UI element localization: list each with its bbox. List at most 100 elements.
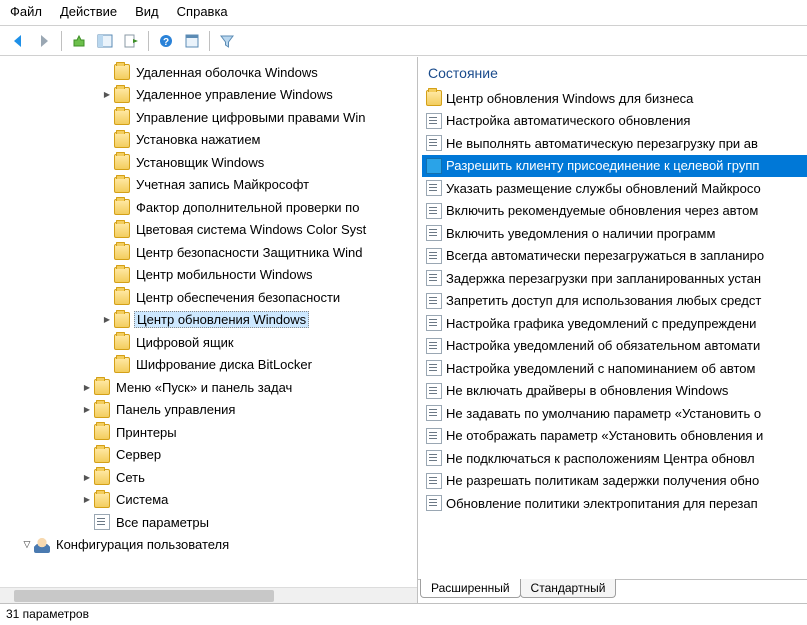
list-header-state[interactable]: Состояние bbox=[418, 57, 807, 87]
menu-view[interactable]: Вид bbox=[135, 4, 159, 19]
tree-item[interactable]: Цветовая система Windows Color Syst bbox=[0, 219, 417, 242]
tree-item-label: Цифровой ящик bbox=[134, 335, 234, 350]
tree-item[interactable]: ▶Меню «Пуск» и панель задач bbox=[0, 376, 417, 399]
menu-file[interactable]: Файл bbox=[10, 4, 42, 19]
toolbar-separator bbox=[148, 31, 149, 51]
list-item[interactable]: Разрешить клиенту присоединение к целево… bbox=[422, 155, 807, 178]
policy-icon bbox=[426, 135, 442, 151]
list-item[interactable]: Не включать драйверы в обновления Window… bbox=[422, 380, 807, 403]
list-item[interactable]: Указать размещение службы обновлений Май… bbox=[422, 177, 807, 200]
list-item[interactable]: Не задавать по умолчанию параметр «Устан… bbox=[422, 402, 807, 425]
list-item[interactable]: Не подключаться к расположениям Центра о… bbox=[422, 447, 807, 470]
tree-item[interactable]: ▶Центр обновления Windows bbox=[0, 309, 417, 332]
tree-view[interactable]: Удаленная оболочка Windows ▶Удаленное упр… bbox=[0, 57, 417, 587]
menu-help[interactable]: Справка bbox=[177, 4, 228, 19]
list-item[interactable]: Настройка автоматического обновления bbox=[422, 110, 807, 133]
export-button[interactable] bbox=[119, 29, 143, 53]
tree-item[interactable]: ▶Панель управления bbox=[0, 399, 417, 422]
up-button[interactable] bbox=[67, 29, 91, 53]
tree-pane: Удаленная оболочка Windows ▶Удаленное упр… bbox=[0, 57, 418, 603]
tree-item[interactable]: Центр безопасности Защитника Wind bbox=[0, 241, 417, 264]
folder-icon bbox=[114, 312, 130, 328]
tab-standard[interactable]: Стандартный bbox=[520, 579, 617, 598]
list-item[interactable]: Запретить доступ для использования любых… bbox=[422, 290, 807, 313]
tree-item[interactable]: Учетная запись Майкрософт bbox=[0, 174, 417, 197]
list-item-label: Всегда автоматически перезагружаться в з… bbox=[446, 248, 764, 263]
status-text: 31 параметров bbox=[6, 607, 89, 621]
back-button[interactable] bbox=[6, 29, 30, 53]
chevron-right-icon[interactable]: ▶ bbox=[100, 90, 114, 99]
properties-button[interactable] bbox=[180, 29, 204, 53]
list-item-label: Включить рекомендуемые обновления через … bbox=[446, 203, 758, 218]
tree-item[interactable]: Установщик Windows bbox=[0, 151, 417, 174]
list-item[interactable]: Всегда автоматически перезагружаться в з… bbox=[422, 245, 807, 268]
tree-item-label: Сеть bbox=[114, 470, 145, 485]
list-item-label: Запретить доступ для использования любых… bbox=[446, 293, 761, 308]
policy-list[interactable]: Центр обновления Windows для бизнеса Наст… bbox=[418, 87, 807, 579]
tree-item[interactable]: ▶ Сеть bbox=[0, 466, 417, 489]
list-item[interactable]: Центр обновления Windows для бизнеса bbox=[422, 87, 807, 110]
tree-item[interactable]: Центр мобильности Windows bbox=[0, 264, 417, 287]
list-item-label: Не разрешать политикам задержки получени… bbox=[446, 473, 759, 488]
policy-icon bbox=[426, 293, 442, 309]
folder-icon bbox=[94, 402, 110, 418]
policy-icon bbox=[426, 338, 442, 354]
policy-icon bbox=[426, 225, 442, 241]
list-item[interactable]: Включить рекомендуемые обновления через … bbox=[422, 200, 807, 223]
policy-icon bbox=[426, 360, 442, 376]
chevron-right-icon[interactable]: ▶ bbox=[80, 383, 94, 392]
tree-item-label: Принтеры bbox=[114, 425, 177, 440]
list-item[interactable]: Настройка уведомлений с напоминанием об … bbox=[422, 357, 807, 380]
list-item-label: Настройка автоматического обновления bbox=[446, 113, 690, 128]
tree-item[interactable]: Установка нажатием bbox=[0, 129, 417, 152]
help-button[interactable]: ? bbox=[154, 29, 178, 53]
tree-item[interactable]: Управление цифровыми правами Win bbox=[0, 106, 417, 129]
tree-item-label: Удаленная оболочка Windows bbox=[134, 65, 318, 80]
tree-item[interactable]: Фактор дополнительной проверки по bbox=[0, 196, 417, 219]
tree-item-label: Центр безопасности Защитника Wind bbox=[134, 245, 362, 260]
chevron-right-icon[interactable]: ▶ bbox=[100, 315, 114, 324]
forward-button[interactable] bbox=[32, 29, 56, 53]
tree-item[interactable]: Принтеры bbox=[0, 421, 417, 444]
chevron-right-icon[interactable]: ▶ bbox=[80, 495, 94, 504]
show-hide-tree-button[interactable] bbox=[93, 29, 117, 53]
folder-icon bbox=[114, 199, 130, 215]
chevron-right-icon[interactable]: ▶ bbox=[80, 473, 94, 482]
list-item[interactable]: Не выполнять автоматическую перезагрузку… bbox=[422, 132, 807, 155]
list-item[interactable]: Обновление политики электропитания для п… bbox=[422, 492, 807, 515]
tree-item[interactable]: Шифрование диска BitLocker bbox=[0, 354, 417, 377]
tab-extended[interactable]: Расширенный bbox=[420, 579, 521, 598]
folder-icon bbox=[114, 222, 130, 238]
tree-item[interactable]: ▶Система bbox=[0, 489, 417, 512]
list-item-label: Не задавать по умолчанию параметр «Устан… bbox=[446, 406, 761, 421]
list-item[interactable]: Включить уведомления о наличии программ bbox=[422, 222, 807, 245]
horizontal-scrollbar[interactable] bbox=[0, 587, 417, 603]
tree-item[interactable]: Центр обеспечения безопасности bbox=[0, 286, 417, 309]
tree-item[interactable]: ▽Конфигурация пользователя bbox=[0, 534, 417, 557]
folder-icon bbox=[426, 90, 442, 106]
list-item[interactable]: Настройка графика уведомлений с предупре… bbox=[422, 312, 807, 335]
tree-item-label: Установщик Windows bbox=[134, 155, 264, 170]
policy-icon bbox=[426, 158, 442, 174]
tree-item[interactable]: ▶Удаленное управление Windows bbox=[0, 84, 417, 107]
chevron-down-icon[interactable]: ▽ bbox=[20, 539, 34, 550]
tree-item[interactable]: Цифровой ящик bbox=[0, 331, 417, 354]
content-panes: Удаленная оболочка Windows ▶Удаленное упр… bbox=[0, 56, 807, 603]
chevron-right-icon[interactable]: ▶ bbox=[80, 405, 94, 414]
policy-icon bbox=[426, 405, 442, 421]
toolbar-separator bbox=[61, 31, 62, 51]
folder-icon bbox=[114, 154, 130, 170]
filter-button[interactable] bbox=[215, 29, 239, 53]
list-item[interactable]: Настройка уведомлений об обязательном ав… bbox=[422, 335, 807, 358]
folder-icon bbox=[114, 334, 130, 350]
view-tabs: Расширенный Стандартный bbox=[418, 579, 807, 603]
menu-action[interactable]: Действие bbox=[60, 4, 117, 19]
tree-item[interactable]: Сервер bbox=[0, 444, 417, 467]
list-item[interactable]: Не отображать параметр «Установить обнов… bbox=[422, 425, 807, 448]
tree-item[interactable]: Все параметры bbox=[0, 511, 417, 534]
list-item[interactable]: Не разрешать политикам задержки получени… bbox=[422, 470, 807, 493]
policy-icon bbox=[426, 203, 442, 219]
folder-icon bbox=[114, 357, 130, 373]
tree-item[interactable]: Удаленная оболочка Windows bbox=[0, 61, 417, 84]
list-item[interactable]: Задержка перезагрузки при запланированны… bbox=[422, 267, 807, 290]
